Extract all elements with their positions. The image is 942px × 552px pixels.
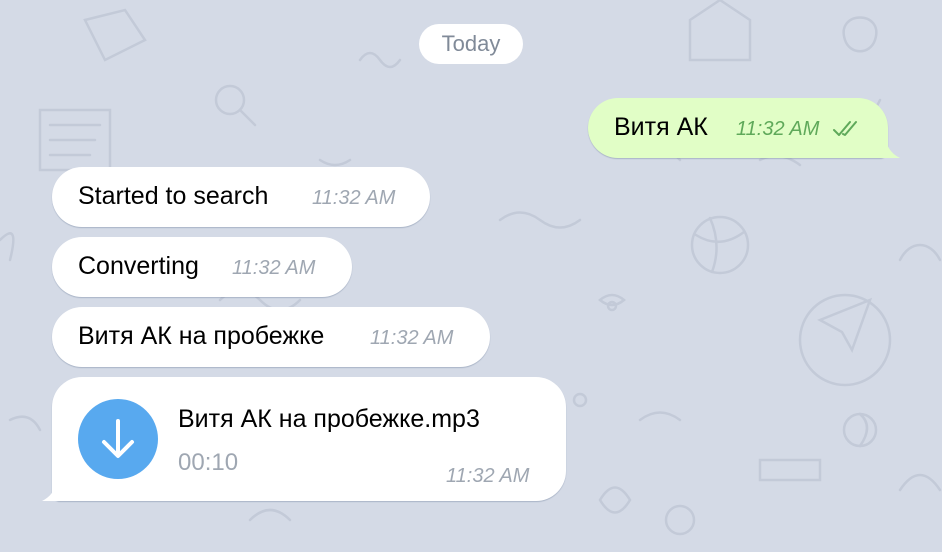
message-time: 11:32 AM: [446, 465, 530, 487]
incoming-message[interactable]: Converting 11:32 AM: [52, 237, 352, 297]
message-text: Витя АК: [614, 113, 708, 141]
date-divider: Today: [419, 24, 523, 64]
file-duration: 00:10: [178, 449, 239, 476]
outgoing-message[interactable]: Витя АК 11:32 AM: [588, 98, 900, 158]
message-text: Converting: [78, 252, 199, 280]
bubble-tail: [42, 483, 62, 501]
download-arrow-icon: [102, 419, 134, 458]
double-check-icon: [833, 121, 857, 136]
message-time: 11:32 AM: [370, 327, 454, 349]
bubble-tail: [880, 140, 900, 158]
download-button[interactable]: [78, 399, 158, 479]
message-text: Витя АК на пробежке: [78, 322, 325, 350]
message-time: 11:32 AM: [232, 257, 316, 279]
incoming-message[interactable]: Витя АК на пробежке 11:32 AM: [52, 307, 490, 367]
message-time: 11:32 AM: [312, 187, 396, 209]
file-name: Витя АК на пробежке.mp3: [178, 405, 480, 433]
message-text: Started to search: [78, 182, 269, 210]
message-time: 11:32 AM: [736, 118, 820, 140]
incoming-message[interactable]: Started to search 11:32 AM: [52, 167, 430, 227]
incoming-file-message[interactable]: Витя АК на пробежке.mp3 00:10 11:32 AM: [42, 377, 566, 501]
